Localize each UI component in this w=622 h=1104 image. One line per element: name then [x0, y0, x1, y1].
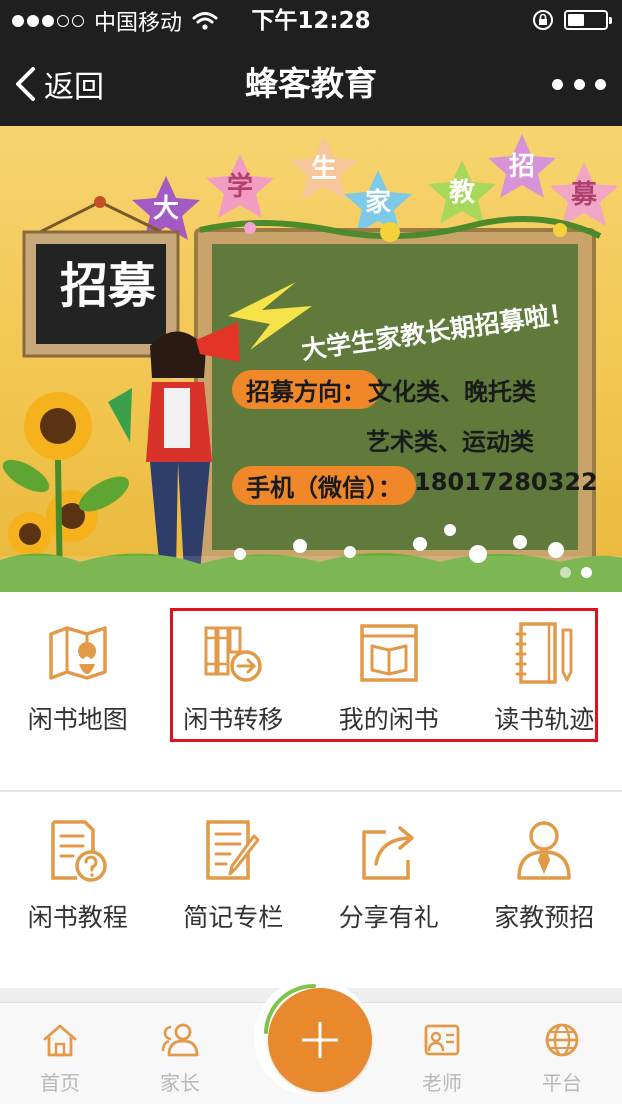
document-question-icon: [51, 820, 107, 882]
star-char: 募: [570, 180, 597, 210]
direction-line-2: 艺术类、运动类: [366, 428, 534, 456]
map-pin-icon: [49, 626, 107, 680]
phone-number: 18017280322: [414, 468, 598, 496]
pager-dot[interactable]: [560, 567, 571, 578]
battery-icon: [564, 10, 612, 30]
star-char: 招: [508, 152, 535, 182]
menu-item-book-tutorial[interactable]: 闲书教程: [0, 818, 156, 934]
person-tie-icon: [517, 821, 571, 880]
menu-item-notes-column[interactable]: 简记专栏: [156, 818, 312, 934]
add-button[interactable]: [268, 988, 372, 1092]
menu-label: 闲书教程: [27, 903, 128, 932]
menu-label: 家教预招: [494, 903, 595, 932]
tab-label: 平台: [542, 1071, 582, 1095]
menu-label: 分享有礼: [338, 903, 439, 932]
phone-label: 手机（微信）：: [232, 466, 416, 505]
more-button[interactable]: [552, 72, 606, 96]
highlight-box: [170, 608, 598, 742]
teacher-card-icon: [424, 1024, 460, 1056]
more-dot-icon: [552, 78, 563, 90]
recruitment-banner[interactable]: 大 学 生 家 教 招 募 招募 大学生家教长期招募啦！ 招募方向： 文化类、晚…: [0, 126, 622, 592]
star-char: 家: [364, 188, 391, 218]
parents-icon: [161, 1023, 199, 1057]
more-dot-icon: [573, 78, 585, 90]
star-decorations: [132, 134, 618, 240]
status-bar: 中国移动 下午12:28: [0, 0, 622, 42]
star-char: 教: [448, 178, 475, 208]
menu-item-tutor-recruit[interactable]: 家教预招: [467, 818, 622, 934]
tab-label: 老师: [422, 1071, 462, 1095]
tab-label: 首页: [40, 1071, 80, 1095]
tab-label: 家长: [160, 1071, 200, 1095]
star-char: 学: [226, 172, 253, 202]
star-char: 生: [310, 154, 337, 184]
plus-icon: [302, 1022, 338, 1058]
menu-item-share-gift[interactable]: 分享有礼: [311, 818, 467, 934]
status-time: 下午12:28: [251, 8, 371, 34]
star-char: 大: [152, 194, 179, 224]
direction-label: 招募方向：: [232, 370, 380, 409]
tab-platform[interactable]: 平台: [502, 1003, 622, 1104]
home-icon: [43, 1024, 77, 1057]
rotation-lock-icon: [533, 10, 553, 30]
tab-parents[interactable]: 家长: [120, 1003, 240, 1104]
sign-text: 招募: [59, 258, 156, 314]
status-right: [532, 9, 612, 31]
menu-label: 简记专栏: [183, 903, 284, 932]
nav-bar: 返回 蜂客教育: [0, 42, 622, 126]
share-icon: [362, 826, 414, 880]
direction-line-1: 文化类、晚托类: [368, 378, 536, 406]
tab-home[interactable]: 首页: [0, 1003, 120, 1104]
page-title: 蜂客教育: [245, 64, 377, 103]
menu-label: 闲书地图: [27, 705, 128, 734]
section-divider: [0, 790, 622, 792]
menu-item-book-map[interactable]: 闲书地图: [0, 620, 156, 736]
carousel-pager[interactable]: [560, 567, 592, 578]
menu-row-2: 闲书教程 简记专栏 分享有礼 家教预招: [0, 818, 622, 934]
note-edit-icon: [206, 820, 260, 880]
tab-teacher[interactable]: 老师: [382, 1003, 502, 1104]
more-dot-icon: [595, 78, 606, 90]
pager-dot[interactable]: [581, 567, 592, 578]
globe-icon: [545, 1023, 579, 1057]
